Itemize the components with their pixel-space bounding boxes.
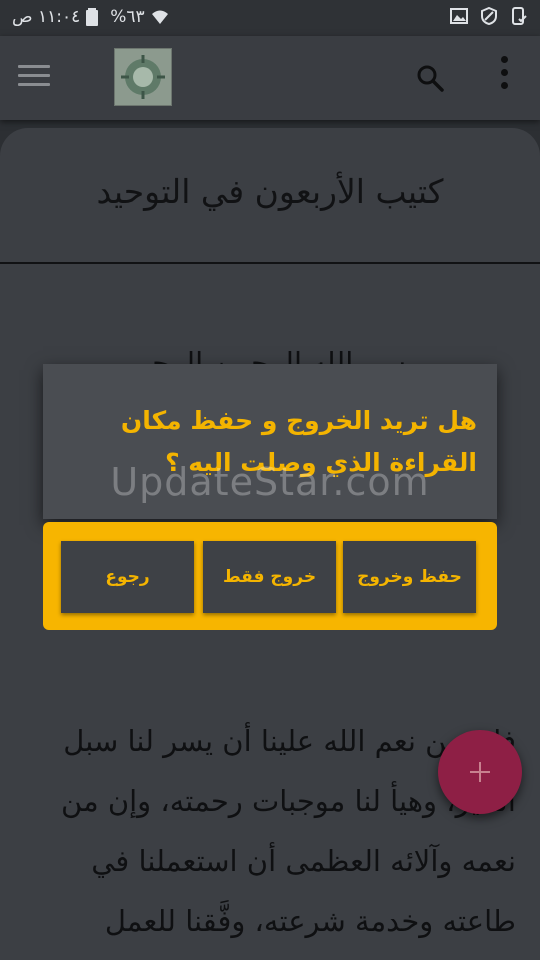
status-left: ١١:٠٤ ص %٦٣ [12,7,169,27]
dialog-buttons: حفظ وخروج خروج فقط رجوع [43,522,497,630]
status-time: ١١:٠٤ ص [12,7,81,27]
add-fab-button[interactable] [438,730,522,814]
more-vert-icon[interactable] [494,56,514,100]
exit-only-button[interactable]: خروج فقط [203,541,336,613]
battery-icon [86,8,104,26]
gallery-icon [450,7,468,25]
status-right [450,6,528,26]
book-title: كتيب الأربعون في التوحيد [96,172,444,211]
app-toolbar [0,36,540,120]
search-icon[interactable] [414,62,446,94]
status-bar: ١١:٠٤ ص %٦٣ [0,0,540,36]
phone-check-icon [510,7,528,25]
hamburger-menu-icon[interactable] [18,65,50,89]
body-paragraph: فإن من نعم الله علينا أن يسر لنا سبل الخ… [61,724,516,938]
watermark-text: UpdateStar.com [110,460,430,504]
book-logo-icon [114,48,172,106]
save-and-exit-button[interactable]: حفظ وخروج [343,541,476,613]
shield-icon [480,6,498,26]
wifi-icon [151,8,169,26]
battery-level: %٦٣ [110,7,145,27]
title-divider [0,262,540,264]
back-button[interactable]: رجوع [61,541,194,613]
